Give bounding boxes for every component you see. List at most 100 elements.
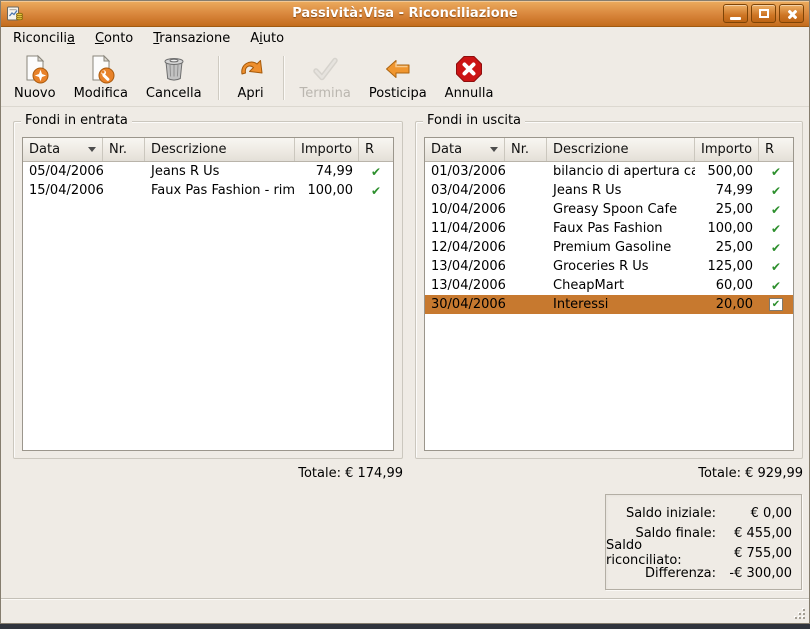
check-icon: ✔ <box>771 166 781 178</box>
check-icon: ✔ <box>771 242 781 254</box>
check-icon: ✔ <box>771 185 781 197</box>
cell-date: 11/04/2006 <box>425 221 505 236</box>
cell-date: 12/04/2006 <box>425 240 505 255</box>
table-row[interactable]: 30/04/2006 Interessi 20,00 ✔ <box>425 295 793 314</box>
funds-in-table-header: Data Nr. Descrizione Importo R <box>23 138 393 162</box>
summary-row: Saldo riconciliato: € 755,00 <box>606 543 801 563</box>
resize-grip-icon[interactable] <box>791 605 805 619</box>
edit-button[interactable]: Modifica <box>65 52 137 104</box>
cell-description: Faux Pas Fashion <box>547 221 695 236</box>
menu-aiuto[interactable]: Aiuto <box>247 30 287 47</box>
cell-reconciled[interactable]: ✔ <box>759 298 793 311</box>
funds-out-table: Data Nr. Descrizione Importo R 01/03/200… <box>424 137 794 451</box>
cell-reconciled[interactable]: ✔ <box>759 185 793 197</box>
table-row[interactable]: 12/04/2006 Premium Gasoline 25,00 ✔ <box>425 238 793 257</box>
funds-out-panel: Fondi in uscita Data Nr. Descrizione Imp… <box>415 121 803 459</box>
cell-date: 13/04/2006 <box>425 278 505 293</box>
cell-reconciled[interactable]: ✔ <box>359 185 393 197</box>
cell-reconciled[interactable]: ✔ <box>759 223 793 235</box>
table-row[interactable]: 13/04/2006 Groceries R Us 125,00 ✔ <box>425 257 793 276</box>
cancel-button[interactable]: Annulla <box>436 52 503 104</box>
window-title: Passività:Visa - Riconciliazione <box>1 6 809 21</box>
maximize-button[interactable] <box>751 4 776 23</box>
table-row[interactable]: 01/03/2006 bilancio di apertura car 500,… <box>425 162 793 181</box>
column-header-description[interactable]: Descrizione <box>547 138 695 161</box>
column-header-reconciled[interactable]: R <box>359 138 393 161</box>
cancel-button-label: Annulla <box>445 86 494 101</box>
table-row[interactable]: 10/04/2006 Greasy Spoon Cafe 25,00 ✔ <box>425 200 793 219</box>
menu-transazione[interactable]: Transazione <box>150 30 233 47</box>
cell-description: Groceries R Us <box>547 259 695 274</box>
table-row[interactable]: 03/04/2006 Jeans R Us 74,99 ✔ <box>425 181 793 200</box>
cell-amount: 20,00 <box>695 297 759 312</box>
sort-descending-icon <box>490 147 498 152</box>
delete-button-label: Cancella <box>146 86 202 101</box>
titlebar[interactable]: Passività:Visa - Riconciliazione <box>1 1 809 27</box>
jump-arrow-icon <box>235 53 267 85</box>
cell-reconciled[interactable]: ✔ <box>759 280 793 292</box>
toolbar: Nuovo Modifica <box>1 49 809 107</box>
column-header-nr[interactable]: Nr. <box>103 138 145 161</box>
toolbar-separator <box>283 56 284 100</box>
funds-in-total-value: € 174,99 <box>345 466 403 481</box>
stop-icon <box>453 53 485 85</box>
funds-out-table-header: Data Nr. Descrizione Importo R <box>425 138 793 162</box>
column-header-amount[interactable]: Importo <box>695 138 759 161</box>
minimize-button[interactable] <box>723 4 748 23</box>
funds-in-panel: Fondi in entrata Data Nr. Descrizione Im… <box>13 121 403 459</box>
cell-amount: 500,00 <box>695 164 759 179</box>
cell-amount: 60,00 <box>695 278 759 293</box>
sort-descending-icon <box>88 147 96 152</box>
column-header-reconciled[interactable]: R <box>759 138 793 161</box>
funds-out-total-value: € 929,99 <box>745 466 803 481</box>
cell-reconciled[interactable]: ✔ <box>759 242 793 254</box>
summary-row: Saldo iniziale: € 0,00 <box>606 503 801 523</box>
funds-in-table: Data Nr. Descrizione Importo R 05/04/200… <box>22 137 394 451</box>
cell-amount: 74,99 <box>295 164 359 179</box>
window-controls <box>723 4 804 23</box>
minimize-icon <box>730 17 741 20</box>
menu-riconcilia[interactable]: Riconcilia <box>10 30 78 47</box>
cell-date: 03/04/2006 <box>425 183 505 198</box>
statusbar <box>1 598 809 623</box>
cell-description: Jeans R Us <box>547 183 695 198</box>
back-arrow-icon <box>382 53 414 85</box>
column-header-amount[interactable]: Importo <box>295 138 359 161</box>
close-button[interactable] <box>779 4 804 23</box>
cell-amount: 100,00 <box>695 221 759 236</box>
check-icon: ✔ <box>771 204 781 216</box>
cell-reconciled[interactable]: ✔ <box>759 261 793 273</box>
postpone-button[interactable]: Posticipa <box>360 52 436 104</box>
table-row[interactable]: 13/04/2006 CheapMart 60,00 ✔ <box>425 276 793 295</box>
check-icon <box>309 53 341 85</box>
reconcile-window: Passività:Visa - Riconciliazione Riconci… <box>0 0 810 624</box>
column-header-date[interactable]: Data <box>23 138 103 161</box>
new-document-icon <box>19 53 51 85</box>
new-button[interactable]: Nuovo <box>5 52 65 104</box>
table-row[interactable]: 15/04/2006 Faux Pas Fashion - rim 100,00… <box>23 181 393 200</box>
summary-label: Saldo iniziale: <box>626 506 716 521</box>
cell-amount: 74,99 <box>695 183 759 198</box>
column-header-date[interactable]: Data <box>425 138 505 161</box>
cell-amount: 25,00 <box>695 202 759 217</box>
check-icon: ✔ <box>771 280 781 292</box>
finish-button: Termina <box>291 52 360 104</box>
cell-date: 01/03/2006 <box>425 164 505 179</box>
cell-date: 13/04/2006 <box>425 259 505 274</box>
cell-reconciled[interactable]: ✔ <box>759 204 793 216</box>
table-row[interactable]: 11/04/2006 Faux Pas Fashion 100,00 ✔ <box>425 219 793 238</box>
funds-out-total: Totale: € 929,99 <box>415 466 803 481</box>
summary-value: € 0,00 <box>716 506 792 521</box>
new-button-label: Nuovo <box>14 86 56 101</box>
menu-conto[interactable]: Conto <box>92 30 136 47</box>
cell-reconciled[interactable]: ✔ <box>359 166 393 178</box>
open-button[interactable]: Apri <box>226 52 276 104</box>
cell-reconciled[interactable]: ✔ <box>759 166 793 178</box>
table-row[interactable]: 05/04/2006 Jeans R Us 74,99 ✔ <box>23 162 393 181</box>
open-button-label: Apri <box>237 86 263 101</box>
column-header-description[interactable]: Descrizione <box>145 138 295 161</box>
close-icon <box>786 8 798 20</box>
column-header-nr[interactable]: Nr. <box>505 138 547 161</box>
delete-button[interactable]: Cancella <box>137 52 211 104</box>
cell-amount: 25,00 <box>695 240 759 255</box>
